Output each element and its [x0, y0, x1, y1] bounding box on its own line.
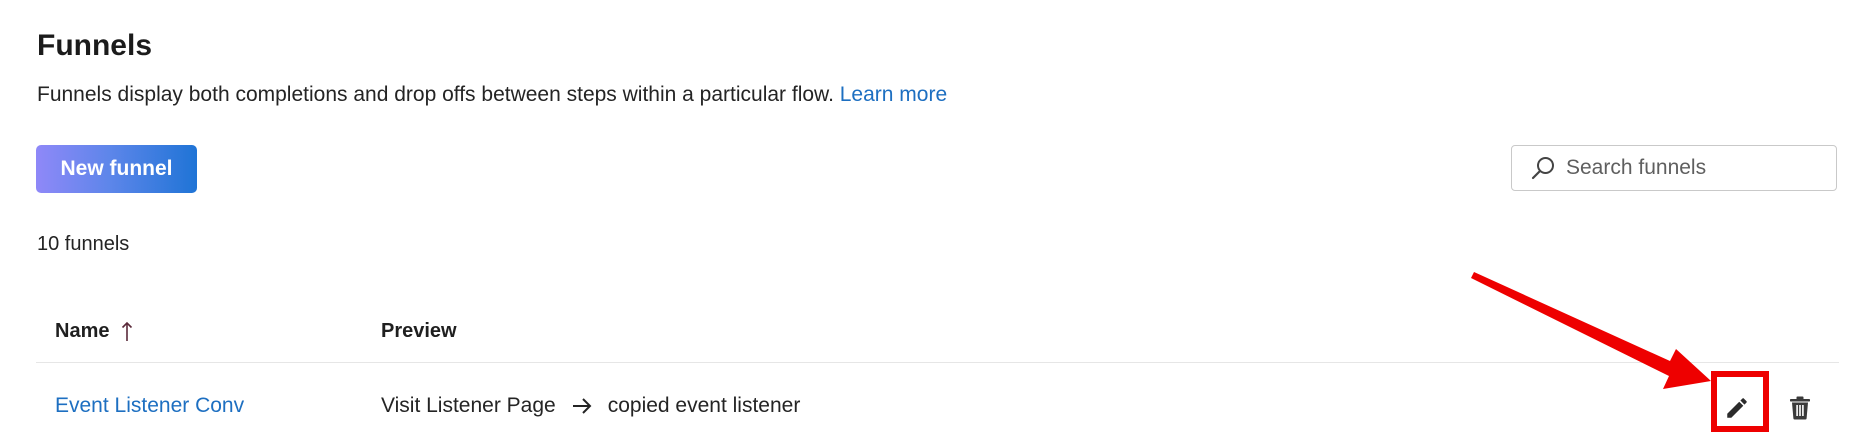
search-box[interactable] — [1511, 145, 1837, 191]
delete-button[interactable] — [1783, 391, 1817, 427]
column-header-name-label: Name — [55, 320, 110, 342]
column-header-preview: Preview — [381, 320, 457, 342]
table-header: Name Preview — [36, 300, 1839, 363]
table-row: Event Listener Conv Visit Listener Page … — [36, 363, 1839, 447]
trash-icon — [1789, 396, 1811, 423]
search-icon — [1528, 153, 1558, 183]
preview-step: copied event listener — [607, 394, 801, 417]
funnel-name-link[interactable]: Event Listener Conv — [55, 394, 244, 418]
preview-step: Visit Listener Page — [381, 394, 556, 417]
edit-button[interactable] — [1717, 389, 1757, 429]
new-funnel-button[interactable]: New funnel — [36, 145, 197, 193]
funnel-preview: Visit Listener Page copied event listene… — [381, 394, 800, 418]
column-header-name[interactable]: Name — [55, 320, 133, 343]
pencil-icon — [1724, 395, 1750, 424]
description-text: Funnels display both completions and dro… — [37, 83, 834, 106]
page-description: Funnels display both completions and dro… — [37, 82, 947, 107]
funnels-table: Name Preview Event Listener Conv Visit L… — [36, 300, 1839, 447]
page-title: Funnels — [37, 29, 153, 62]
learn-more-link[interactable]: Learn more — [840, 83, 947, 106]
sort-ascending-icon — [121, 321, 133, 343]
funnel-count: 10 funnels — [37, 233, 130, 255]
arrow-right-icon — [572, 397, 592, 415]
search-input[interactable] — [1566, 156, 1816, 180]
